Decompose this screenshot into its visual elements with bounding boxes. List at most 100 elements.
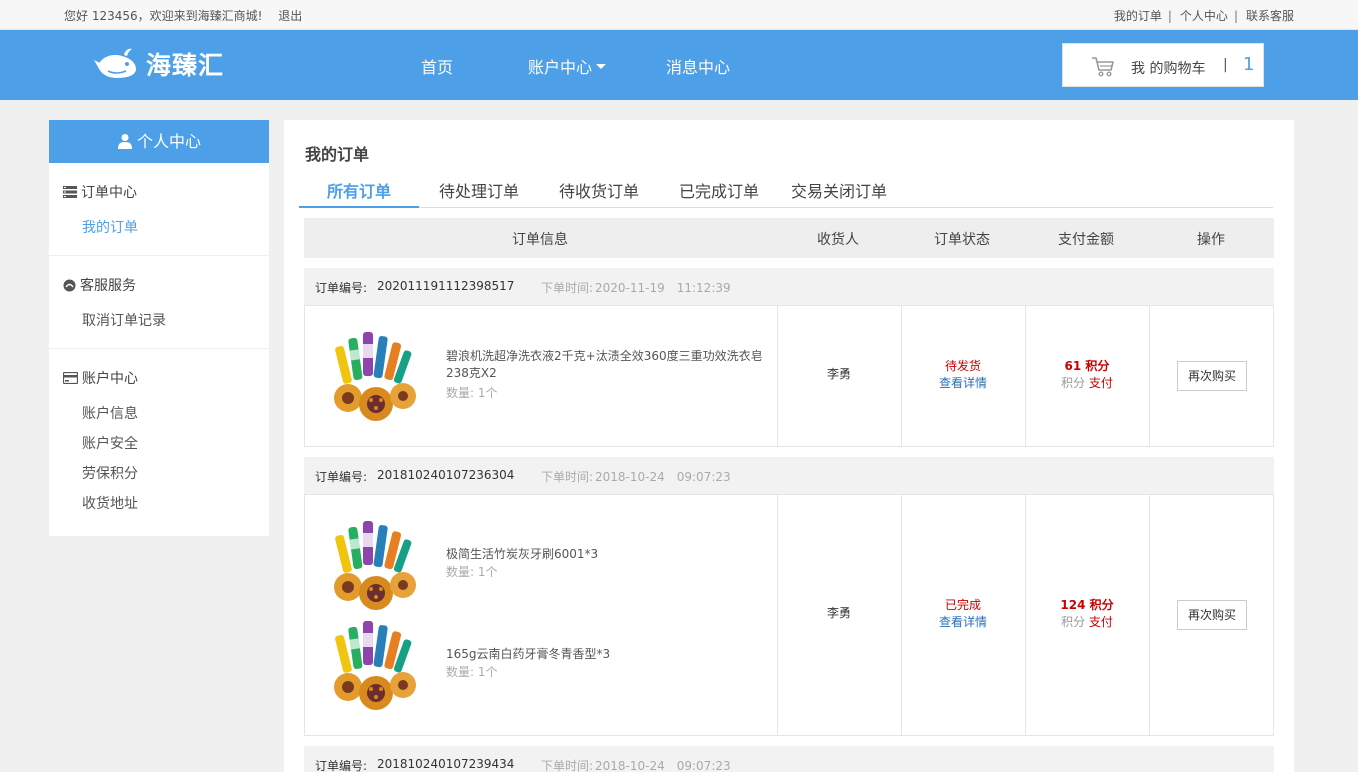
sidebar-group-title: 客服服务 (49, 266, 269, 306)
top-bar: 您好 123456，欢迎来到海臻汇商城! 退出 我的订单 | 个人中心 | 联系客服 (0, 0, 1358, 30)
order-number: 201810240107239434 (377, 757, 515, 771)
tab-pending-orders[interactable]: 待处理订单 (419, 178, 539, 208)
card-icon (62, 371, 79, 385)
product-image[interactable] (331, 619, 421, 711)
column-header: 订单状态 (934, 232, 990, 248)
sidebar-group-title: 订单中心 (49, 173, 269, 213)
list-icon (63, 186, 77, 198)
sidebar-header: 个人中心 (49, 120, 269, 163)
tab-all-orders[interactable]: 所有订单 (299, 178, 419, 208)
nav-home[interactable]: 首页 (421, 54, 453, 78)
cart-icon (1092, 57, 1114, 77)
order-time-label: 下单时间: (541, 759, 594, 772)
order-product: 极简生活竹炭灰牙刷6001*3 数量: 1个 (331, 519, 781, 619)
top-link-personal-center[interactable]: 个人中心 (1180, 9, 1228, 23)
column-header: 订单信息 (512, 232, 568, 248)
product-name[interactable]: 165g云南白药牙膏冬青香型*3 (446, 646, 766, 663)
site-header: 海臻汇 首页 账户中心 消息中心 我 的购物车 | 1 (0, 30, 1358, 100)
sidebar-item-address[interactable]: 收货地址 (49, 489, 269, 519)
order-time-label: 下单时间: (541, 470, 594, 484)
order-number-label: 订单编号: (315, 470, 368, 484)
top-bar-left: 您好 123456，欢迎来到海臻汇商城! 退出 (64, 7, 314, 24)
cart-label: 我 的购物车 (1131, 61, 1206, 77)
top-link-my-orders[interactable]: 我的订单 (1114, 9, 1162, 23)
sidebar-item-account-security[interactable]: 账户安全 (49, 429, 269, 459)
top-link-separator: | (1233, 9, 1238, 23)
sidebar-group-title: 账户中心 (49, 359, 269, 399)
cart-separator: | (1223, 57, 1228, 73)
logout-link[interactable]: 退出 (278, 9, 302, 23)
payment-amount: 124 积分 (1060, 598, 1114, 612)
column-header: 收货人 (817, 232, 859, 248)
order-time-label: 下单时间: (541, 281, 594, 295)
tab-awaiting-receipt[interactable]: 待收货订单 (539, 178, 659, 208)
nav-message-center[interactable]: 消息中心 (666, 54, 730, 78)
sidebar-item-my-orders[interactable]: 我的订单 (49, 213, 269, 243)
top-link-contact-service[interactable]: 联系客服 (1246, 9, 1294, 23)
sidebar-group-label: 订单中心 (81, 185, 137, 201)
column-divider (1149, 495, 1150, 735)
product-quantity: 数量: 1个 (446, 386, 498, 400)
sidebar-group-label: 账户中心 (82, 371, 138, 387)
sidebar-item-points[interactable]: 劳保积分 (49, 459, 269, 489)
order-time: 2020-11-19 11:12:39 (595, 281, 731, 295)
sidebar: 个人中心 订单中心 我的订单 客服服务 取消订单记录 账户中心 账户信息 账户安… (49, 120, 269, 536)
nav-account-center[interactable]: 账户中心 (528, 54, 607, 78)
sidebar-group-service: 客服服务 取消订单记录 (49, 256, 269, 349)
points-label: 积分 (1061, 376, 1086, 390)
view-details-link[interactable]: 查看详情 (901, 614, 1025, 631)
receiver-name: 李勇 (826, 367, 851, 381)
order-number-label: 订单编号: (315, 759, 368, 772)
user-icon (117, 133, 132, 149)
main-panel: 我的订单 所有订单 待处理订单 待收货订单 已完成订单 交易关闭订单 订单信息 … (284, 120, 1294, 772)
payment-cell: 124 积分 积分 支付 (1025, 597, 1149, 631)
cart-button[interactable]: 我 的购物车 | 1 (1062, 43, 1264, 87)
view-details-link[interactable]: 查看详情 (901, 375, 1025, 392)
rebuy-button[interactable]: 再次购买 (1177, 600, 1247, 630)
site-logo[interactable]: 海臻汇 (94, 46, 224, 82)
page-title: 我的订单 (305, 145, 370, 164)
sidebar-group-account: 账户中心 账户信息 账户安全 劳保积分 收货地址 (49, 349, 269, 531)
product-name[interactable]: 碧浪机洗超净洗衣液2千克+汰渍全效360度三重功效洗衣皂238克X2 (446, 348, 766, 382)
tab-completed-orders[interactable]: 已完成订单 (659, 178, 779, 208)
service-icon (63, 279, 76, 291)
order-number: 201810240107236304 (377, 468, 515, 482)
order-status: 待发货 (944, 359, 981, 373)
column-divider (1149, 306, 1150, 446)
order-status: 已完成 (944, 598, 981, 612)
column-header: 支付金额 (1058, 232, 1114, 248)
product-quantity: 数量: 1个 (446, 665, 498, 679)
order-status-cell: 已完成 查看详情 (901, 597, 1025, 631)
nav-account-label: 账户中心 (528, 58, 593, 77)
order-product: 碧浪机洗超净洗衣液2千克+汰渍全效360度三重功效洗衣皂238克X2 数量: 1… (331, 330, 781, 430)
whale-logo-icon (94, 48, 136, 78)
top-link-separator: | (1167, 9, 1172, 23)
greeting-text: 您好 123456，欢迎来到海臻汇商城! (64, 9, 263, 23)
order-header: 订单编号: 201810240107239434 下单时间: 2018-10-2… (304, 746, 1274, 772)
order-number: 202011191112398517 (377, 279, 515, 293)
product-name[interactable]: 极简生活竹炭灰牙刷6001*3 (446, 546, 766, 563)
order-time: 2018-10-24 09:07:23 (595, 470, 731, 484)
sidebar-item-account-info[interactable]: 账户信息 (49, 399, 269, 429)
order-status-cell: 待发货 查看详情 (901, 358, 1025, 392)
product-image[interactable] (331, 519, 421, 611)
order-header: 订单编号: 202011191112398517 下单时间: 2020-11-1… (304, 268, 1274, 306)
order-time: 2018-10-24 09:07:23 (595, 759, 731, 772)
sidebar-item-cancel-records[interactable]: 取消订单记录 (49, 306, 269, 336)
sidebar-group-orders: 订单中心 我的订单 (49, 163, 269, 256)
top-bar-links: 我的订单 | 个人中心 | 联系客服 (1114, 7, 1294, 24)
tab-closed-orders[interactable]: 交易关闭订单 (779, 178, 899, 208)
payment-cell: 61 积分 积分 支付 (1025, 358, 1149, 392)
sidebar-group-label: 客服服务 (80, 278, 136, 294)
order-row: 极简生活竹炭灰牙刷6001*3 数量: 1个 165g云南白药牙膏冬青香型*3 … (304, 494, 1274, 736)
product-image[interactable] (331, 330, 421, 422)
order-header: 订单编号: 201810240107236304 下单时间: 2018-10-2… (304, 457, 1274, 495)
brand-name: 海臻汇 (146, 51, 225, 80)
sidebar-title: 个人中心 (136, 132, 201, 151)
payment-amount: 61 积分 (1064, 359, 1110, 373)
pay-label: 支付 (1088, 376, 1113, 390)
rebuy-button[interactable]: 再次购买 (1177, 361, 1247, 391)
order-row: 碧浪机洗超净洗衣液2千克+汰渍全效360度三重功效洗衣皂238克X2 数量: 1… (304, 305, 1274, 447)
column-header: 操作 (1197, 232, 1225, 248)
points-label: 积分 (1061, 615, 1086, 629)
